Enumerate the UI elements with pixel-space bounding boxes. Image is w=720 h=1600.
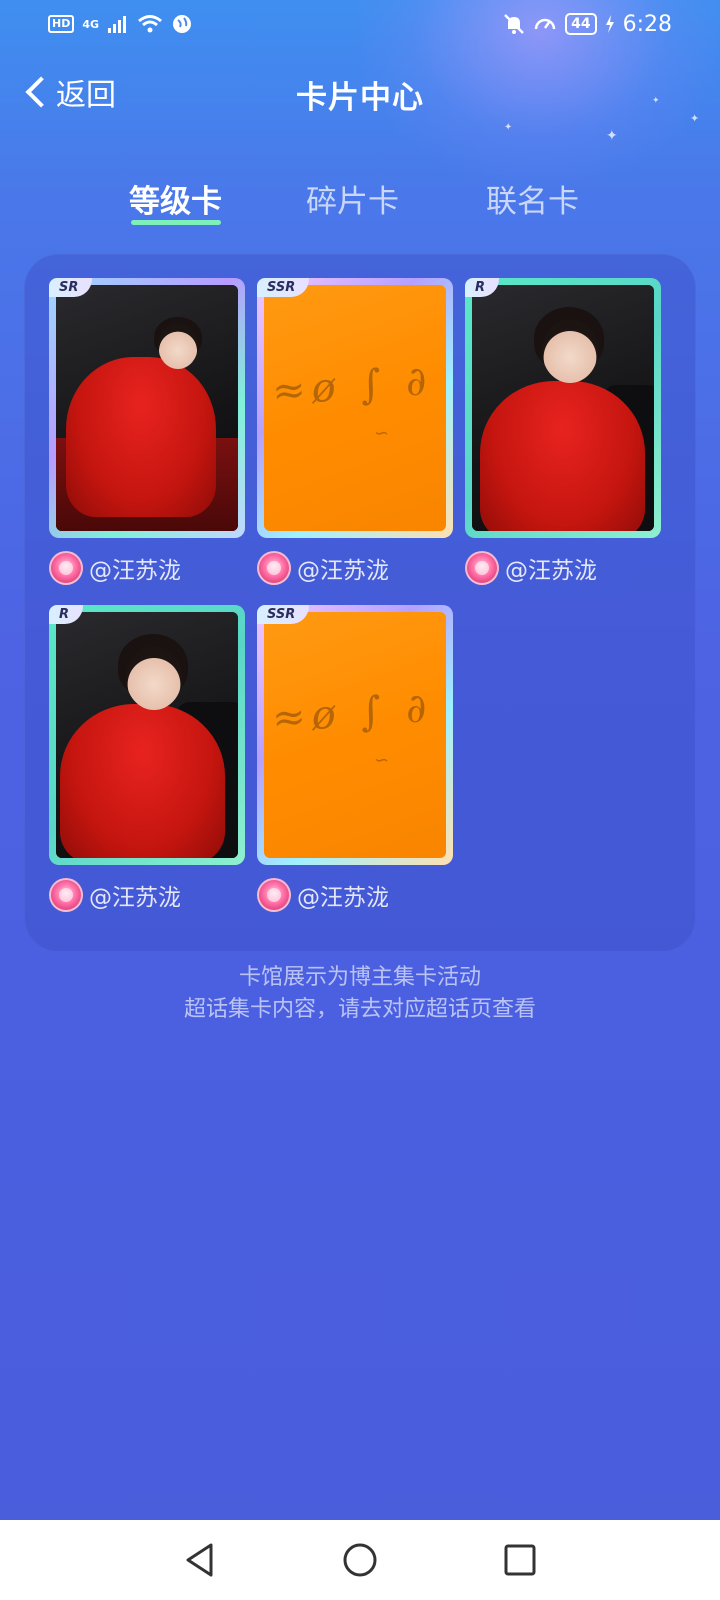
avatar xyxy=(49,551,83,585)
card-frame: SR xyxy=(49,278,245,538)
tab-bar: 等级卡 碎片卡 联名卡 xyxy=(0,176,720,236)
author-name: @汪苏泷 xyxy=(297,558,389,584)
avatar xyxy=(465,551,499,585)
sparkle-icon: ✦ xyxy=(606,128,618,144)
handwriting-signature: ∽ xyxy=(374,750,390,771)
card-item[interactable]: R @汪苏泷 xyxy=(465,278,661,586)
card-photo xyxy=(472,285,654,531)
avatar xyxy=(257,878,291,912)
tab-level-cards[interactable]: 等级卡 xyxy=(129,176,222,221)
page-title: 卡片中心 xyxy=(296,80,424,116)
handwriting-signature: ∽ xyxy=(374,423,390,444)
clock: 6:28 xyxy=(622,11,672,37)
nav-bar: 返回 卡片中心 xyxy=(0,64,720,120)
card-author[interactable]: @汪苏泷 xyxy=(49,550,245,586)
charging-icon xyxy=(605,15,614,33)
card-photo xyxy=(56,285,238,531)
handwriting-scribble: ≈ø ∫ ∂ xyxy=(270,357,434,415)
status-bar: HD 4G 44 6:28 xyxy=(0,0,720,48)
footer-line-2: 超话集卡内容，请去对应超话页查看 xyxy=(183,997,536,1022)
card-frame: ≈ø ∫ ∂ ∽ SSR xyxy=(257,278,453,538)
globe-icon xyxy=(173,15,192,33)
author-name: @汪苏泷 xyxy=(297,885,389,911)
tab-fragment-cards[interactable]: 碎片卡 xyxy=(306,176,399,221)
battery-indicator: 44 xyxy=(565,13,597,35)
author-name: @汪苏泷 xyxy=(505,558,597,584)
card-frame: R xyxy=(49,605,245,865)
footer-line-1: 卡馆展示为博主集卡活动 xyxy=(238,965,481,990)
card-item[interactable]: R @汪苏泷 xyxy=(49,605,245,913)
tab-collab-cards[interactable]: 联名卡 xyxy=(486,176,579,221)
card-photo xyxy=(56,612,238,858)
wifi-icon xyxy=(138,15,162,33)
card-item[interactable]: ≈ø ∫ ∂ ∽ SSR @汪苏泷 xyxy=(257,605,453,913)
speed-icon xyxy=(534,18,556,30)
author-name: @汪苏泷 xyxy=(89,885,181,911)
system-recents-button[interactable] xyxy=(500,1540,540,1580)
system-nav-bar xyxy=(0,1520,720,1600)
card-frame: R xyxy=(465,278,661,538)
triangle-back-icon xyxy=(186,1543,213,1577)
card-handwriting-image: ≈ø ∫ ∂ ∽ xyxy=(264,285,446,531)
card-author[interactable]: @汪苏泷 xyxy=(257,550,453,586)
footer-note: 卡馆展示为博主集卡活动 超话集卡内容，请去对应超话页查看 xyxy=(0,962,720,1026)
card-frame: ≈ø ∫ ∂ ∽ SSR xyxy=(257,605,453,865)
network-type: 4G xyxy=(82,17,100,31)
card-author[interactable]: @汪苏泷 xyxy=(49,877,245,913)
author-name: @汪苏泷 xyxy=(89,558,181,584)
card-author[interactable]: @汪苏泷 xyxy=(257,877,453,913)
avatar xyxy=(49,878,83,912)
status-right: 44 6:28 xyxy=(503,12,672,37)
system-home-button[interactable] xyxy=(340,1540,380,1580)
circle-home-icon xyxy=(343,1543,377,1577)
card-author[interactable]: @汪苏泷 xyxy=(465,550,661,586)
status-left: HD 4G xyxy=(48,13,193,35)
square-recents-icon xyxy=(504,1544,536,1576)
system-back-button[interactable] xyxy=(180,1540,220,1580)
handwriting-scribble: ≈ø ∫ ∂ xyxy=(270,684,434,742)
card-handwriting-image: ≈ø ∫ ∂ ∽ xyxy=(264,612,446,858)
card-item[interactable]: ≈ø ∫ ∂ ∽ SSR @汪苏泷 xyxy=(257,278,453,586)
sparkle-icon: ✦ xyxy=(504,122,513,133)
hd-badge: HD xyxy=(48,15,75,33)
card-item[interactable]: SR @汪苏泷 xyxy=(49,278,245,586)
mute-bell-icon xyxy=(504,14,524,34)
avatar xyxy=(257,551,291,585)
signal-icon xyxy=(108,16,127,33)
card-grid-panel: SR @汪苏泷 ≈ø ∫ ∂ ∽ SSR @汪苏泷 R @汪苏泷 R @汪苏泷 … xyxy=(24,254,696,952)
active-tab-indicator xyxy=(131,220,221,225)
